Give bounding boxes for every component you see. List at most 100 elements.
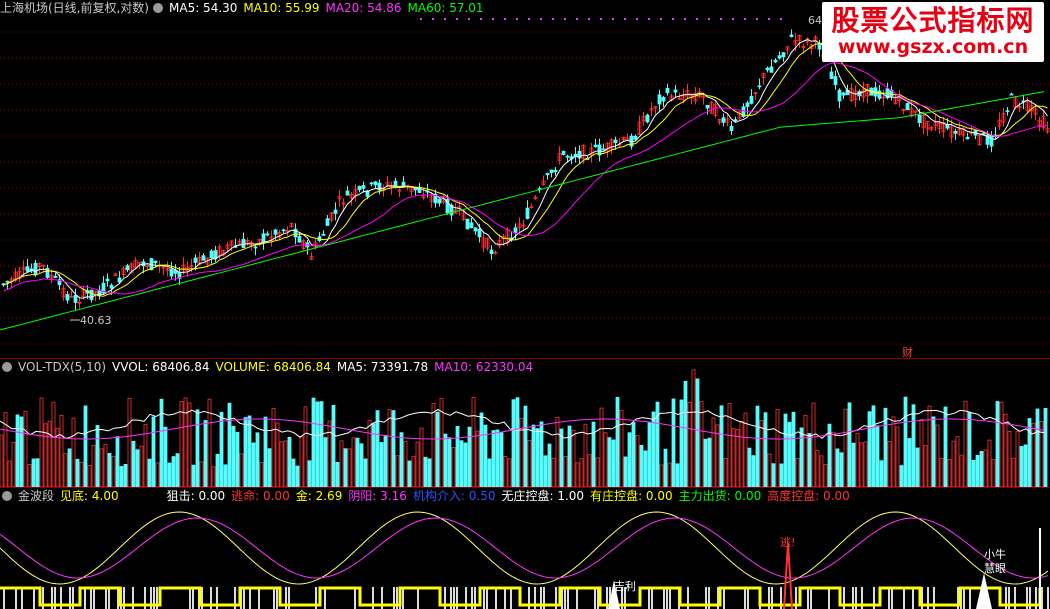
volume-bar — [923, 445, 928, 487]
candle-body — [905, 103, 910, 111]
volume-bar — [407, 460, 412, 487]
volume-bar — [843, 408, 848, 487]
signal-stripe — [807, 587, 809, 609]
volume-bar — [791, 411, 796, 487]
volume-bar — [543, 455, 548, 487]
price-chart-panel[interactable]: 上海机场(日线,前复权,对数) MA5: 54.30 MA10: 55.99 MA20… — [0, 0, 1050, 358]
candle-body — [769, 66, 774, 73]
volume-chart-panel[interactable]: VOL-TDX(5,10) VVOL: 68406.84 VOLUME: 68406… — [0, 359, 1050, 487]
volume-bar — [51, 401, 56, 487]
volume-bar — [263, 416, 268, 487]
signal-stripe — [912, 587, 914, 609]
volume-bar — [579, 458, 584, 487]
volume-bar — [879, 460, 884, 487]
candle-body — [25, 266, 30, 272]
candle-body — [325, 218, 330, 226]
candle-body — [665, 87, 670, 94]
marker-dot — [744, 18, 746, 20]
volume-bar — [547, 443, 552, 487]
volume-bar — [775, 408, 780, 487]
signal-stripe — [258, 587, 260, 609]
volume-bar — [103, 444, 108, 487]
volume-bar — [403, 441, 408, 487]
gaodu-value: 高度控盘: 0.00 — [767, 489, 850, 503]
volume-bar — [551, 457, 556, 487]
signal-stripe — [888, 587, 890, 609]
watermark-url: www.gszx.com.cn — [837, 36, 1029, 58]
signal-stripe — [504, 587, 506, 609]
volume-bar — [1035, 408, 1040, 487]
candle-body — [361, 185, 366, 189]
volume-bar — [187, 402, 192, 487]
volume-bar — [755, 405, 760, 487]
volume-bar — [419, 427, 424, 487]
candle-body — [917, 114, 922, 124]
indicator-panel[interactable]: 金波段 见底: 4.00 狙击: 0.00 逃命: 0.00 金: 2.69 阴阳: 3.… — [0, 488, 1050, 609]
candle-body — [265, 233, 270, 236]
volume-bar — [635, 435, 640, 487]
volume-bar — [847, 402, 852, 487]
candle-body — [633, 135, 638, 140]
volume-bar — [335, 461, 340, 487]
volume-bar — [963, 400, 968, 487]
volume-bar — [787, 421, 792, 487]
volume-bar — [971, 459, 976, 487]
volume-bar — [1019, 446, 1024, 487]
candle-body — [789, 34, 794, 38]
signal-stripe — [576, 587, 578, 609]
volume-bar — [275, 422, 280, 487]
volume-bar — [739, 420, 744, 487]
jin-value: 金: 2.69 — [295, 489, 343, 503]
taoming-value: 逃命: 0.00 — [231, 489, 290, 503]
candle-body — [153, 260, 158, 264]
volume-bar — [319, 401, 324, 487]
volume-bar — [123, 463, 128, 487]
candle-body — [333, 209, 338, 214]
volume-bar — [915, 447, 920, 487]
marker-dot — [660, 18, 662, 20]
candle-body — [833, 76, 838, 85]
signal-stripe — [495, 587, 497, 609]
settings-dot-icon[interactable] — [2, 362, 12, 372]
indicator-chart[interactable] — [0, 488, 1050, 609]
volume-bars[interactable] — [0, 359, 1050, 487]
volume-bar — [767, 453, 772, 487]
volume-bar — [227, 402, 232, 487]
volume-bar — [63, 453, 68, 487]
volume-bar — [391, 410, 396, 487]
marker-dot — [432, 18, 434, 20]
volume-bar — [779, 463, 784, 487]
candle-body — [33, 262, 38, 276]
volume-bar — [807, 433, 812, 487]
candle-body — [661, 97, 666, 102]
signal-stripe — [1047, 587, 1049, 609]
volume-bar — [75, 458, 80, 487]
signal-stripe — [651, 587, 653, 609]
signal-stripe — [84, 587, 86, 609]
volume-bar — [459, 440, 464, 487]
vol-indicator-name: VOL-TDX(5,10) — [18, 360, 107, 374]
settings-dot-icon[interactable] — [153, 3, 163, 13]
volume-bar — [239, 453, 244, 487]
signal-stripe — [15, 587, 17, 609]
volume-bar — [855, 433, 860, 487]
volume-bar — [139, 445, 144, 487]
signal-stripe — [891, 587, 893, 609]
settings-dot-icon[interactable] — [2, 491, 12, 501]
volume-bar — [983, 449, 988, 487]
marker-dot — [588, 18, 590, 20]
ma60-value: MA60: 57.01 — [407, 1, 484, 15]
volume-bar — [707, 437, 712, 487]
candle-body — [593, 144, 598, 148]
volume-bar — [171, 456, 176, 487]
volume-bar — [315, 401, 320, 487]
signal-stripe — [744, 587, 746, 609]
volume-bar — [167, 462, 172, 487]
finance-badge[interactable]: 财 — [902, 344, 913, 358]
volume-bar — [699, 401, 704, 487]
volume-bar — [871, 405, 876, 487]
volume-bar — [79, 461, 84, 487]
volume-bar — [1043, 407, 1048, 487]
candle-body — [841, 92, 846, 96]
candle-body — [601, 148, 606, 151]
